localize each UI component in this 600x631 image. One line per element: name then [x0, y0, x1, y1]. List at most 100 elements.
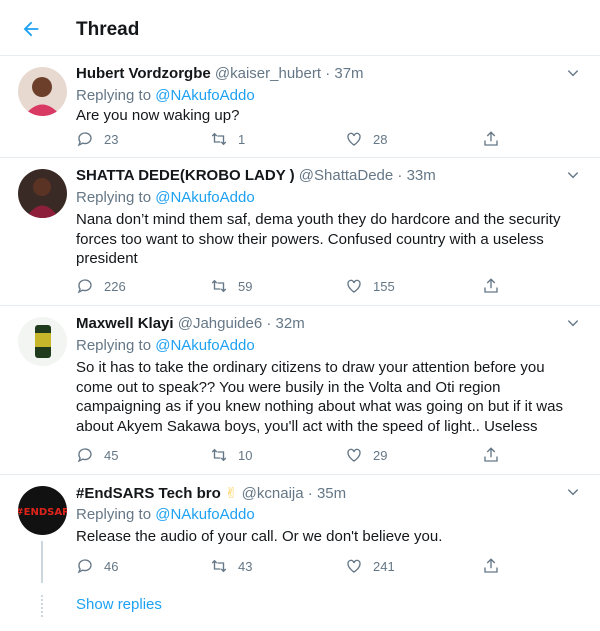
tweet-text: So it has to take the ordinary citizens … — [76, 359, 563, 435]
reply-button[interactable]: 46 — [76, 556, 118, 576]
more-options-button[interactable] — [566, 168, 582, 184]
share-button[interactable] — [482, 556, 500, 576]
reply-icon — [77, 132, 92, 147]
chevron-down-icon — [567, 320, 579, 327]
like-count: 241 — [373, 558, 395, 574]
tweet-text: Nana don’t mind them saf, dema youth the… — [76, 211, 561, 267]
timestamp[interactable]: 35m — [317, 485, 346, 502]
author-name[interactable]: Hubert Vordzorgbe — [76, 65, 211, 82]
reply-icon — [77, 559, 92, 574]
replying-to: Replying to @NAkufoAddo — [76, 506, 255, 523]
retweet-count: 43 — [238, 558, 253, 574]
retweet-count: 59 — [238, 278, 253, 294]
retweet-icon — [211, 448, 227, 462]
share-icon — [484, 278, 498, 293]
avatar-label: #ENDSAR — [18, 507, 67, 518]
like-count: 29 — [373, 447, 388, 463]
arrow-left-icon — [23, 21, 39, 37]
like-button[interactable]: 241 — [345, 556, 395, 576]
tweet-actions: 226 59 155 — [76, 276, 516, 296]
replying-to: Replying to @NAkufoAddo — [76, 337, 255, 354]
retweet-icon — [211, 132, 227, 146]
author-name[interactable]: SHATTA DEDE(KROBO LADY ) — [76, 167, 295, 184]
replying-to: Replying to @NAkufoAddo — [76, 87, 255, 104]
thread-connector-dotted — [41, 595, 43, 617]
tweet-actions: 46 43 241 — [76, 556, 516, 576]
like-button[interactable]: 155 — [345, 276, 395, 296]
mention-link[interactable]: @NAkufoAddo — [155, 87, 254, 104]
tweet-text: Release the audio of your call. Or we do… — [76, 528, 443, 545]
avatar[interactable]: #ENDSAR — [18, 486, 67, 535]
heart-icon — [347, 559, 361, 573]
reply-icon — [77, 279, 92, 294]
reply-button[interactable]: 45 — [76, 445, 118, 465]
share-icon — [484, 131, 498, 146]
separator-dot: · — [307, 485, 313, 502]
back-button[interactable] — [16, 14, 46, 44]
more-options-button[interactable] — [566, 485, 582, 501]
tweet[interactable]: Hubert Vordzorgbe @kaiser_hubert · 37m R… — [0, 56, 600, 158]
heart-icon — [347, 132, 361, 146]
author-handle[interactable]: @Jahguide6 — [178, 315, 262, 332]
retweet-button[interactable]: 43 — [210, 556, 252, 576]
reply-count: 23 — [104, 131, 119, 147]
author-handle[interactable]: @kaiser_hubert — [215, 65, 321, 82]
mention-link[interactable]: @NAkufoAddo — [155, 189, 254, 206]
tweet-actions: 23 1 28 — [76, 129, 516, 149]
more-options-button[interactable] — [566, 66, 582, 82]
timestamp[interactable]: 32m — [276, 315, 305, 332]
retweet-button[interactable]: 10 — [210, 445, 252, 465]
separator-dot: · — [266, 315, 272, 332]
replying-to: Replying to @NAkufoAddo — [76, 189, 255, 206]
chevron-down-icon — [567, 70, 579, 77]
retweet-icon — [211, 279, 227, 293]
reply-button[interactable]: 226 — [76, 276, 126, 296]
share-icon — [484, 447, 498, 462]
tweet[interactable]: Maxwell Klayi @Jahguide6 · 32m Replying … — [0, 306, 600, 475]
share-button[interactable] — [482, 129, 500, 149]
page-title: Thread — [76, 19, 140, 40]
reply-count: 45 — [104, 447, 119, 463]
chevron-down-icon — [567, 172, 579, 179]
share-icon — [484, 558, 498, 573]
heart-icon — [347, 279, 361, 293]
separator-dot: · — [325, 65, 331, 82]
reply-button[interactable]: 23 — [76, 129, 118, 149]
mention-link[interactable]: @NAkufoAddo — [155, 337, 254, 354]
share-button[interactable] — [482, 445, 500, 465]
more-options-button[interactable] — [566, 316, 582, 332]
retweet-count: 10 — [238, 447, 253, 463]
author-name[interactable]: Maxwell Klayi — [76, 315, 174, 332]
like-button[interactable]: 29 — [345, 445, 387, 465]
author-name[interactable]: #EndSARS Tech bro — [76, 485, 221, 502]
like-button[interactable]: 28 — [345, 129, 387, 149]
reply-icon — [77, 448, 92, 463]
timestamp[interactable]: 37m — [334, 65, 363, 82]
share-button[interactable] — [482, 276, 500, 296]
thread-header: Thread — [0, 0, 600, 56]
separator-dot: · — [397, 167, 403, 184]
retweet-icon — [211, 559, 227, 573]
thread-connector — [41, 541, 43, 583]
victory-hand-emoji: ✌ — [224, 485, 238, 502]
author-handle[interactable]: @ShattaDede — [299, 167, 393, 184]
heart-icon — [347, 448, 361, 462]
tweet-actions: 45 10 29 — [76, 445, 516, 465]
avatar[interactable] — [18, 169, 67, 218]
like-count: 28 — [373, 131, 388, 147]
retweet-button[interactable]: 1 — [210, 129, 245, 149]
reply-count: 226 — [104, 278, 126, 294]
chevron-down-icon — [567, 489, 579, 496]
mention-link[interactable]: @NAkufoAddo — [155, 506, 254, 523]
retweet-button[interactable]: 59 — [210, 276, 252, 296]
avatar[interactable] — [18, 67, 67, 116]
timestamp[interactable]: 33m — [407, 167, 436, 184]
like-count: 155 — [373, 278, 395, 294]
tweet[interactable]: SHATTA DEDE(KROBO LADY ) @ShattaDede · 3… — [0, 158, 600, 306]
author-handle[interactable]: @kcnaija — [242, 485, 304, 502]
tweet-text: Are you now waking up? — [76, 107, 240, 124]
retweet-count: 1 — [238, 131, 246, 147]
show-replies-link[interactable]: Show replies — [76, 596, 162, 613]
reply-count: 46 — [104, 558, 119, 574]
avatar[interactable] — [18, 317, 67, 366]
